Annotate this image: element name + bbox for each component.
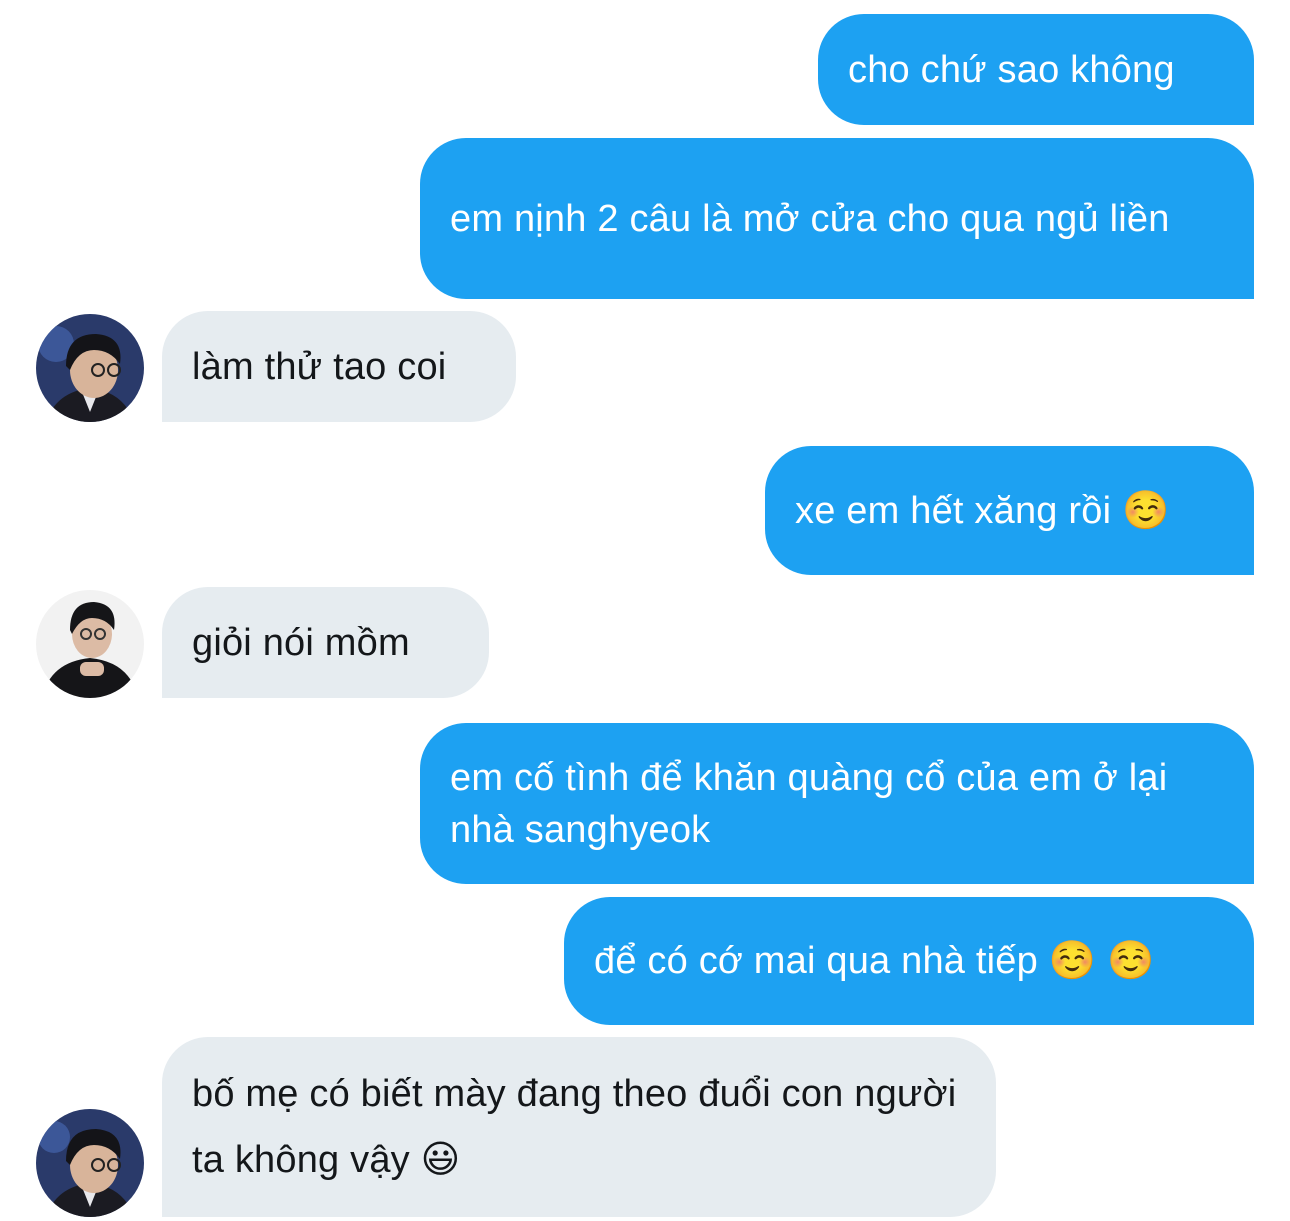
message-incoming[interactable]: giỏi nói mồm bbox=[162, 587, 489, 698]
message-text: em cố tình để khăn quàng cổ của em ở lại… bbox=[450, 756, 1168, 851]
profile-photo-icon bbox=[36, 314, 144, 422]
message-text: bố mẹ có biết mày đang theo đuổi con ngư… bbox=[192, 1073, 957, 1181]
message-text: cho chứ sao không bbox=[848, 48, 1175, 91]
message-text: em nịnh 2 câu là mở cửa cho qua ngủ liền bbox=[450, 197, 1170, 240]
message-text: xe em hết xăng rồi ☺️ bbox=[795, 489, 1170, 532]
message-outgoing[interactable]: em cố tình để khăn quàng cổ của em ở lại… bbox=[420, 723, 1254, 884]
message-outgoing[interactable]: em nịnh 2 câu là mở cửa cho qua ngủ liền bbox=[420, 138, 1254, 299]
message-text: làm thử tao coi bbox=[192, 345, 447, 388]
message-incoming[interactable]: làm thử tao coi bbox=[162, 311, 516, 422]
message-outgoing[interactable]: cho chứ sao không bbox=[818, 14, 1254, 125]
message-outgoing[interactable]: xe em hết xăng rồi ☺️ bbox=[765, 446, 1254, 575]
avatar[interactable] bbox=[36, 590, 144, 698]
profile-photo-icon bbox=[36, 590, 144, 698]
message-outgoing[interactable]: để có cớ mai qua nhà tiếp ☺️ ☺️ bbox=[564, 897, 1254, 1025]
avatar[interactable] bbox=[36, 314, 144, 422]
profile-photo-icon bbox=[36, 1109, 144, 1217]
message-incoming[interactable]: bố mẹ có biết mày đang theo đuổi con ngư… bbox=[162, 1037, 996, 1217]
message-text: giỏi nói mồm bbox=[192, 621, 410, 664]
message-text: để có cớ mai qua nhà tiếp ☺️ ☺️ bbox=[594, 940, 1155, 982]
avatar[interactable] bbox=[36, 1109, 144, 1217]
